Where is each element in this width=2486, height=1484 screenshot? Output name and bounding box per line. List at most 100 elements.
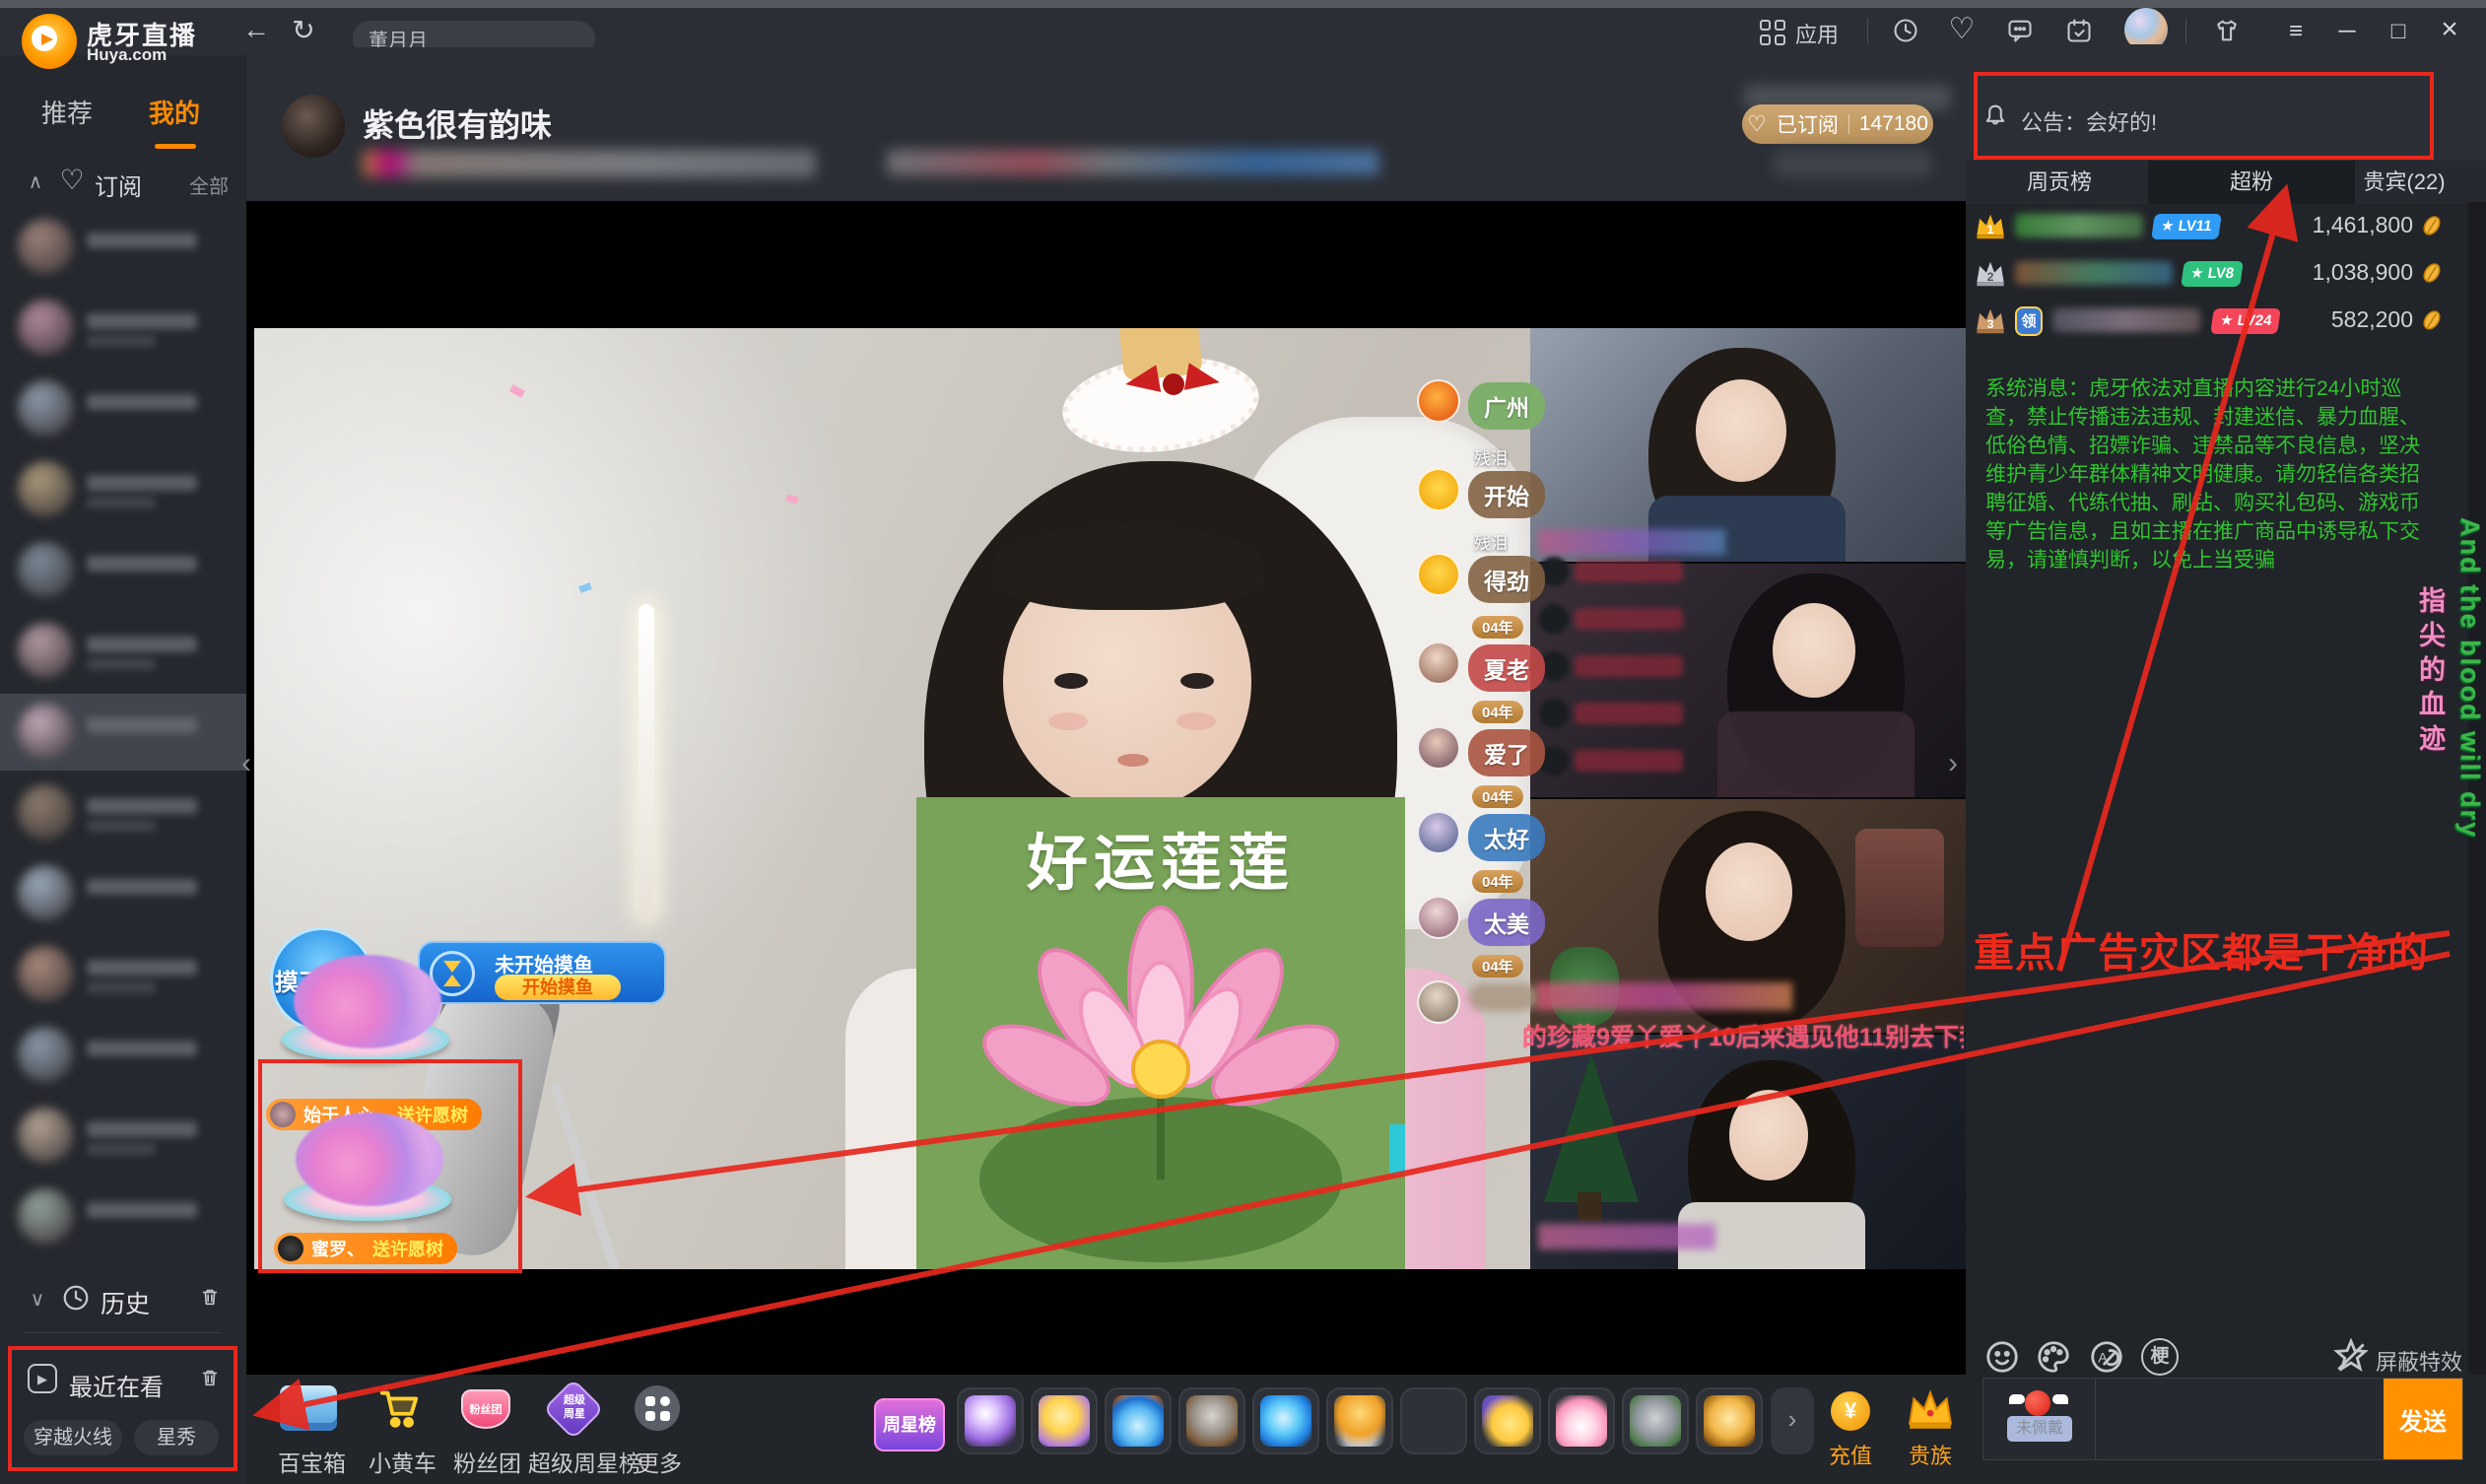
stream-name-blurred: [87, 1202, 197, 1218]
tab-underline: [155, 144, 196, 149]
sidebar-stream-item[interactable]: [0, 1098, 246, 1175]
chat-year-tag: 04年: [1472, 955, 1523, 978]
rank-row-3[interactable]: 3 领 ★ LV24 582,200: [1966, 299, 2468, 344]
chat-bubble: 得劲: [1468, 556, 1545, 603]
sidebar-stream-item[interactable]: [0, 613, 246, 690]
huya-logo-icon[interactable]: [22, 14, 77, 69]
fans-club-icon[interactable]: 粉丝团: [461, 1389, 510, 1429]
more-tools-icon[interactable]: [635, 1385, 680, 1431]
history-label[interactable]: 历史: [101, 1285, 150, 1320]
sidebar-stream-item[interactable]: [0, 775, 246, 851]
stream-name-blurred: [87, 960, 197, 976]
meme-icon[interactable]: 梗: [2141, 1338, 2179, 1376]
treasure-chest-icon[interactable]: [280, 1385, 337, 1431]
gift-slot-magnet-purple[interactable]: [957, 1387, 1024, 1454]
chat-avatar-user: [1417, 896, 1460, 939]
blush-left: [1048, 712, 1088, 730]
treasure-chest-label[interactable]: 百宝箱: [278, 1445, 346, 1478]
annotation-text: 重点广告灾区都是干净的: [1974, 930, 2429, 976]
apps-label[interactable]: 应用: [1795, 18, 1839, 49]
stream-tag-blurred: [87, 335, 156, 347]
recharge-label[interactable]: 充值: [1829, 1439, 1872, 1470]
noble-crown-icon[interactable]: [1906, 1387, 1955, 1431]
sidebar-stream-item[interactable]: [0, 532, 246, 609]
panel-collapse-handle[interactable]: ›: [1943, 747, 1963, 780]
gift-slot-gold-bull[interactable]: [1326, 1387, 1393, 1454]
gift-next-arrow[interactable]: ›: [1771, 1387, 1814, 1454]
messages-icon[interactable]: [2006, 17, 2034, 44]
sidebar-stream-item[interactable]: [0, 936, 246, 1013]
gift-slot-magnet-gold[interactable]: [1031, 1387, 1098, 1454]
calendar-check-icon[interactable]: [2065, 17, 2093, 44]
watch-history-icon[interactable]: [1892, 17, 1919, 44]
sidebar-stream-item[interactable]: [0, 855, 246, 932]
block-effects-label[interactable]: 屏蔽特效: [2376, 1345, 2462, 1377]
gift-banner-gift: 送许愿树: [372, 1240, 443, 1259]
tab-mine[interactable]: 我的: [149, 94, 200, 130]
sidebar-stream-item[interactable]: [0, 209, 246, 286]
refresh-icon[interactable]: ↻: [284, 14, 323, 46]
logo-subtitle: Huya.com: [87, 45, 168, 64]
gift-slot-storm-dragon[interactable]: [1252, 1387, 1319, 1454]
send-button[interactable]: 发送: [2384, 1379, 2462, 1459]
recent-trash-icon[interactable]: [199, 1366, 221, 1389]
tab-recommend[interactable]: 推荐: [41, 94, 93, 130]
font-style-icon[interactable]: A: [2088, 1338, 2125, 1376]
block-effects-star-icon[interactable]: [2332, 1338, 2370, 1376]
video-player[interactable]: 的珍藏9爱丫爱丫10后来遇见他11别去下我不管12所有 广州 残泪 开始 残泪 …: [246, 201, 1966, 1375]
recharge-yuan-icon[interactable]: ¥: [1831, 1391, 1870, 1431]
guest-chat-row-blurred: [1535, 742, 1708, 781]
sidebar-stream-item[interactable]: [0, 290, 246, 367]
fan-badge-slot[interactable]: 未佩戴: [1983, 1379, 2096, 1459]
history-trash-icon[interactable]: [199, 1285, 221, 1309]
streamer-avatar[interactable]: [282, 95, 345, 158]
favorites-heart-icon[interactable]: ♡: [1945, 12, 1979, 46]
header-blurred-block: [1774, 150, 1931, 177]
fans-club-label[interactable]: 粉丝团: [453, 1445, 521, 1478]
gift-slot-rocket-pen[interactable]: [1400, 1387, 1467, 1454]
rank-row-1[interactable]: 1 ★ LV11 1,461,800: [1966, 204, 2468, 249]
apps-grid-icon[interactable]: [1760, 20, 1785, 45]
gift-slot-ice-shield[interactable]: [1105, 1387, 1172, 1454]
noble-label[interactable]: 贵族: [1909, 1439, 1952, 1470]
tab-vip[interactable]: 贵宾(22): [2340, 161, 2468, 204]
collapse-chevron-icon[interactable]: ∧: [24, 169, 47, 194]
sidebar-stream-item[interactable]: [0, 694, 246, 771]
rank-row-2[interactable]: 2 ★ LV8 1,038,900: [1966, 251, 2468, 297]
subscribe-all-link[interactable]: 全部: [189, 170, 229, 199]
recent-tag-xingxiu[interactable]: 星秀: [134, 1420, 219, 1455]
sidebar-stream-item[interactable]: [0, 1017, 246, 1094]
history-expand-chevron-icon[interactable]: ∨: [26, 1287, 49, 1312]
gift-slot-love-letter[interactable]: [1548, 1387, 1615, 1454]
gold-crown-icon: 1: [1977, 214, 2004, 239]
more-tools-label[interactable]: 更多: [637, 1445, 682, 1478]
sidebar-stream-item[interactable]: [0, 1179, 246, 1255]
recent-tag-crossfire[interactable]: 穿越火线: [24, 1420, 122, 1455]
recent-label[interactable]: 最近在看: [69, 1368, 164, 1402]
emoji-smiley-icon[interactable]: [1983, 1338, 2021, 1376]
sidebar-collapse-handle[interactable]: ‹: [236, 747, 256, 780]
gold-leaf-icon: [2423, 216, 2441, 236]
start-fishing-button[interactable]: 开始摸鱼: [495, 975, 621, 1000]
stream-avatar-blurred: [18, 865, 73, 920]
tab-super-fans[interactable]: 超粉: [2192, 161, 2311, 204]
dress-up-shirt-icon[interactable]: [2213, 17, 2241, 44]
yellow-cart-icon[interactable]: [376, 1385, 422, 1431]
gift-slot-hammer[interactable]: [1178, 1387, 1245, 1454]
gift-slot-stone[interactable]: [1622, 1387, 1689, 1454]
palette-sticker-icon[interactable]: [2035, 1338, 2072, 1376]
history-clock-icon: [63, 1285, 89, 1311]
sidebar-stream-item[interactable]: [0, 451, 246, 528]
super-week-star-label[interactable]: 超级周星榜: [528, 1445, 641, 1478]
gift-slot-gold-fish[interactable]: [1696, 1387, 1763, 1454]
back-icon[interactable]: ←: [236, 14, 276, 45]
tab-week-contribution[interactable]: 周贡榜: [1995, 161, 2123, 204]
sidebar-stream-item[interactable]: [0, 371, 246, 447]
yellow-cart-label[interactable]: 小黄车: [369, 1445, 437, 1478]
gift-slot-sleepy-moon[interactable]: [1474, 1387, 1541, 1454]
announcement-bar[interactable]: [1966, 44, 2486, 161]
week-star-rank-badge[interactable]: 周星榜: [874, 1398, 945, 1451]
close-button[interactable]: ×: [2428, 10, 2471, 49]
bow-knot: [1163, 373, 1184, 395]
subscribed-button[interactable]: ♡ 已订阅 147180: [1742, 104, 1933, 144]
